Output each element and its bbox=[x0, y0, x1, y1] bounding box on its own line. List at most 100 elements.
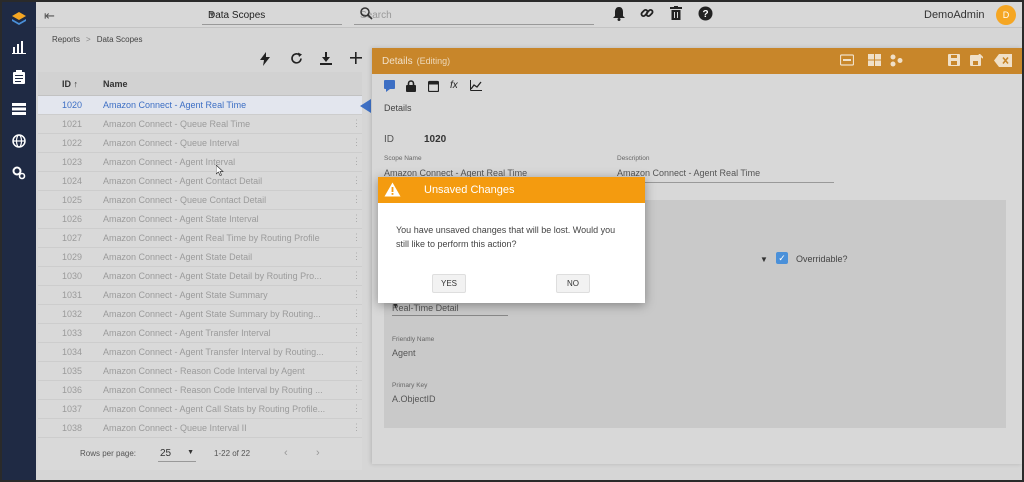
row-id: 1034 bbox=[62, 347, 83, 357]
globe-icon[interactable] bbox=[10, 132, 28, 150]
yes-button[interactable]: YES bbox=[432, 274, 466, 293]
row-menu-icon[interactable]: ⋮ bbox=[352, 118, 361, 129]
line-chart-icon[interactable] bbox=[470, 80, 484, 94]
hierarchy-icon[interactable] bbox=[890, 54, 904, 68]
description-label: Description bbox=[617, 155, 650, 162]
row-menu-icon[interactable]: ⋮ bbox=[352, 194, 361, 205]
search-icon[interactable] bbox=[360, 7, 592, 23]
row-menu-icon[interactable]: ⋮ bbox=[352, 403, 361, 414]
close-editor-icon[interactable] bbox=[994, 54, 1012, 68]
next-page-icon[interactable]: › bbox=[316, 447, 320, 459]
overridable-checkbox[interactable]: ✓ bbox=[776, 252, 788, 264]
description-field[interactable]: Amazon Connect - Agent Real Time bbox=[617, 168, 834, 183]
row-id: 1024 bbox=[62, 176, 83, 186]
collapse-sidebar-icon[interactable]: ⇤ bbox=[44, 8, 55, 24]
reports-chart-icon[interactable] bbox=[10, 38, 28, 56]
table-row[interactable]: 1030 Amazon Connect - Agent State Detail … bbox=[38, 267, 362, 286]
row-menu-icon[interactable]: ⋮ bbox=[352, 156, 361, 167]
scope-type-select[interactable]: Data Scopes ▼ bbox=[202, 5, 342, 25]
row-menu-icon[interactable]: ⋮ bbox=[352, 175, 361, 186]
table-row[interactable]: 1034 Amazon Connect - Agent Transfer Inte… bbox=[38, 343, 362, 362]
row-id: 1030 bbox=[62, 271, 83, 281]
list-icon[interactable] bbox=[10, 100, 28, 118]
column-id-label: ID bbox=[62, 79, 71, 89]
table-row[interactable]: 1025 Amazon Connect - Queue Contact Detai… bbox=[38, 191, 362, 210]
row-menu-icon[interactable]: ⋮ bbox=[352, 137, 361, 148]
table-row[interactable]: 1037 Amazon Connect - Agent Call Stats by… bbox=[38, 400, 362, 419]
primary-key-label: Primary Key bbox=[392, 382, 428, 389]
prev-page-icon[interactable]: ‹ bbox=[284, 447, 288, 459]
row-menu-icon[interactable]: ⋮ bbox=[352, 289, 361, 300]
clipboard-icon[interactable] bbox=[10, 68, 28, 86]
details-title-text: Details bbox=[382, 56, 413, 67]
table-row[interactable]: 1026 Amazon Connect - Agent State Interva… bbox=[38, 210, 362, 229]
table-row[interactable]: 1024 Amazon Connect - Agent Contact Detai… bbox=[38, 172, 362, 191]
avatar[interactable]: D bbox=[996, 5, 1016, 25]
table-row[interactable]: 1023 Amazon Connect - Agent Interval ⋮ bbox=[38, 153, 362, 172]
settings-gears-icon[interactable] bbox=[10, 164, 28, 182]
row-menu-icon[interactable]: ⋮ bbox=[352, 327, 361, 338]
table-row[interactable]: 1036 Amazon Connect - Reason Code Interva… bbox=[38, 381, 362, 400]
row-menu-icon[interactable]: ⋮ bbox=[352, 384, 361, 395]
id-label: ID bbox=[384, 134, 394, 145]
help-icon[interactable]: ? bbox=[698, 6, 714, 22]
friendly-name-field[interactable]: Agent bbox=[392, 348, 416, 362]
table-row[interactable]: 1033 Amazon Connect - Agent Transfer Inte… bbox=[38, 324, 362, 343]
calendar-icon[interactable] bbox=[427, 80, 442, 94]
table-row[interactable]: 1021 Amazon Connect - Queue Real Time ⋮ bbox=[38, 115, 362, 134]
row-name: Amazon Connect - Agent Transfer Interval… bbox=[103, 347, 324, 357]
lightning-icon[interactable] bbox=[260, 52, 274, 66]
download-icon[interactable] bbox=[320, 52, 334, 66]
table-row[interactable]: 1022 Amazon Connect - Queue Interval ⋮ bbox=[38, 134, 362, 153]
row-menu-icon[interactable]: ⋮ bbox=[352, 213, 361, 224]
link-icon[interactable] bbox=[640, 6, 656, 22]
row-menu-icon[interactable]: ⋮ bbox=[352, 270, 361, 281]
no-button[interactable]: NO bbox=[556, 274, 590, 293]
layers-icon[interactable] bbox=[10, 10, 28, 28]
function-icon[interactable]: fx bbox=[450, 80, 464, 94]
data-scope-list: ID ↑ Name 1020 Amazon Connect - Agent Rea… bbox=[38, 72, 362, 470]
row-menu-icon[interactable]: ⋮ bbox=[352, 232, 361, 243]
row-name: Amazon Connect - Agent State Detail by R… bbox=[103, 271, 322, 281]
primary-key-field[interactable]: A.ObjectID bbox=[392, 394, 436, 408]
table-row[interactable]: 1038 Amazon Connect - Queue Interval II ⋮ bbox=[38, 419, 362, 438]
save-as-icon[interactable] bbox=[970, 53, 984, 68]
table-row[interactable]: 1035 Amazon Connect - Reason Code Interva… bbox=[38, 362, 362, 381]
table-row[interactable]: 1020 Amazon Connect - Agent Real Time bbox=[38, 96, 362, 115]
bell-icon[interactable] bbox=[612, 6, 628, 22]
sql-icon[interactable] bbox=[839, 54, 855, 68]
chevron-down-icon[interactable]: ▼ bbox=[760, 255, 768, 264]
table-row[interactable]: 1032 Amazon Connect - Agent State Summary… bbox=[38, 305, 362, 324]
row-name: Amazon Connect - Reason Code Interval by… bbox=[103, 366, 305, 376]
table-row[interactable]: 1027 Amazon Connect - Agent Real Time by … bbox=[38, 229, 362, 248]
row-name: Amazon Connect - Queue Real Time bbox=[103, 119, 251, 129]
id-value: 1020 bbox=[424, 134, 447, 145]
breadcrumb-reports[interactable]: Reports bbox=[52, 35, 80, 44]
lock-icon[interactable] bbox=[406, 80, 420, 94]
search-input[interactable]: Search bbox=[354, 5, 594, 25]
row-id: 1020 bbox=[62, 100, 83, 110]
user-name[interactable]: DemoAdmin bbox=[924, 9, 985, 21]
refresh-icon[interactable] bbox=[290, 52, 304, 66]
row-id: 1038 bbox=[62, 423, 83, 433]
column-header-name[interactable]: Name bbox=[103, 79, 128, 89]
dialog-header: Unsaved Changes bbox=[378, 177, 645, 203]
pagination: Rows per page: 25 ▼ 1-22 of 22 ‹ › bbox=[38, 444, 362, 464]
trash-icon[interactable] bbox=[670, 6, 686, 22]
save-icon[interactable] bbox=[948, 54, 962, 68]
mouse-cursor-icon bbox=[215, 164, 224, 178]
row-menu-icon[interactable]: ⋮ bbox=[352, 422, 361, 433]
row-menu-icon[interactable]: ⋮ bbox=[352, 308, 361, 319]
table-row[interactable]: 1029 Amazon Connect - Agent State Detail ⋮ bbox=[38, 248, 362, 267]
row-menu-icon[interactable]: ⋮ bbox=[352, 346, 361, 357]
row-menu-icon[interactable]: ⋮ bbox=[352, 365, 361, 376]
column-header-id[interactable]: ID ↑ bbox=[62, 79, 78, 89]
grid-icon[interactable] bbox=[868, 54, 882, 68]
row-name: Amazon Connect - Agent Call Stats by Rou… bbox=[103, 404, 326, 414]
details-tab-icon[interactable] bbox=[384, 80, 398, 94]
add-icon[interactable] bbox=[350, 52, 364, 66]
row-menu-icon[interactable]: ⋮ bbox=[352, 251, 361, 262]
table-row[interactable]: 1031 Amazon Connect - Agent State Summary… bbox=[38, 286, 362, 305]
row-id: 1025 bbox=[62, 195, 83, 205]
rows-per-page-select[interactable]: 25 ▼ bbox=[158, 447, 196, 462]
